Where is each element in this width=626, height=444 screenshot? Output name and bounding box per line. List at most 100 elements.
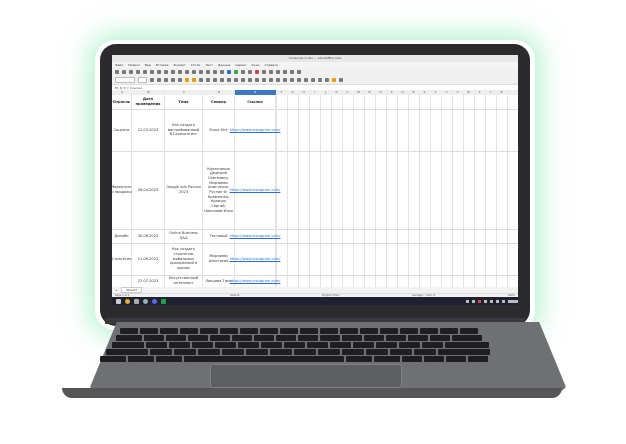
cell[interactable]: Как создать стратегию мобильных приложен… [165, 243, 203, 275]
key[interactable] [284, 342, 305, 348]
cell-link[interactable]: https://www.instagram.com/ [230, 229, 280, 243]
currency-icon[interactable] [262, 78, 266, 82]
border-style-icon[interactable] [325, 78, 329, 82]
key[interactable] [270, 349, 292, 355]
split-icon[interactable] [290, 70, 294, 74]
key[interactable] [150, 349, 172, 355]
draw-icon[interactable] [297, 70, 301, 74]
percent-icon[interactable] [269, 78, 273, 82]
key[interactable] [307, 342, 328, 348]
key[interactable] [446, 356, 466, 362]
key[interactable] [318, 349, 340, 355]
key[interactable] [468, 356, 488, 362]
spelling-icon[interactable] [192, 70, 196, 74]
key[interactable] [261, 342, 282, 348]
key[interactable] [174, 349, 196, 355]
borders-icon[interactable] [318, 78, 322, 82]
key[interactable] [374, 356, 400, 362]
merge-icon[interactable] [234, 78, 238, 82]
cell[interactable]: Google Ads Россия 2023 [165, 151, 203, 229]
clock-icon[interactable] [508, 299, 518, 303]
chrome-icon[interactable] [125, 298, 130, 304]
header-footer-icon[interactable] [269, 70, 273, 74]
key[interactable] [399, 342, 420, 348]
wrap-text-icon[interactable] [227, 78, 231, 82]
key[interactable] [100, 356, 126, 362]
key[interactable] [240, 328, 258, 334]
key[interactable] [390, 349, 412, 355]
key[interactable] [445, 342, 489, 348]
paste-icon[interactable] [164, 70, 168, 74]
key[interactable] [298, 335, 318, 341]
key[interactable] [254, 335, 274, 341]
strikethrough-icon[interactable] [171, 78, 175, 82]
key[interactable] [198, 349, 220, 355]
key[interactable] [232, 335, 252, 341]
key[interactable] [188, 335, 208, 341]
cell[interactable]: Отрасль [112, 95, 132, 109]
key[interactable] [166, 335, 186, 341]
key[interactable] [452, 335, 482, 341]
cell[interactable]: Тема [165, 95, 203, 109]
key[interactable] [140, 328, 158, 334]
find-icon[interactable] [185, 70, 189, 74]
row-icon[interactable] [199, 70, 203, 74]
key[interactable] [156, 356, 182, 362]
open-icon[interactable] [122, 70, 126, 74]
add-sheet-icon[interactable]: + [112, 288, 121, 292]
cell[interactable] [112, 275, 132, 287]
align-top-icon[interactable] [241, 78, 245, 82]
wifi-icon[interactable] [490, 299, 493, 303]
font-size-box[interactable] [138, 77, 147, 83]
cell[interactable]: 12.03.2023 [132, 109, 165, 151]
key[interactable] [106, 349, 148, 355]
key[interactable] [160, 328, 178, 334]
key[interactable] [320, 328, 338, 334]
font-color-icon[interactable] [185, 78, 189, 82]
conditional-format-icon[interactable] [339, 78, 343, 82]
key[interactable] [300, 328, 318, 334]
delete-decimal-icon[interactable] [297, 78, 301, 82]
tray-icon[interactable] [478, 299, 481, 303]
cell[interactable]: Стратегия [112, 243, 132, 275]
tray-icon[interactable] [484, 299, 487, 303]
battery-icon[interactable] [502, 299, 505, 303]
cell[interactable]: 21.06.2023 [132, 243, 165, 275]
align-left-icon[interactable] [199, 78, 203, 82]
print-icon[interactable] [143, 70, 147, 74]
key[interactable] [260, 328, 278, 334]
key[interactable] [144, 335, 164, 341]
key[interactable] [200, 328, 218, 334]
shadow-icon[interactable] [178, 78, 182, 82]
key[interactable] [210, 335, 230, 341]
column-icon[interactable] [206, 70, 210, 74]
key[interactable] [330, 342, 351, 348]
cell-link[interactable]: https://www.instagram.com/ [230, 109, 280, 151]
cell[interactable]: Дата проведения [132, 95, 165, 109]
key[interactable] [342, 335, 362, 341]
add-decimal-icon[interactable] [290, 78, 294, 82]
justify-icon[interactable] [220, 78, 224, 82]
key[interactable] [294, 349, 316, 355]
key[interactable] [120, 328, 138, 334]
tray-icon[interactable] [466, 299, 469, 303]
key[interactable] [438, 349, 490, 355]
undo-icon[interactable] [171, 70, 175, 74]
key[interactable] [364, 335, 384, 341]
cell[interactable]: Дизайн [112, 229, 132, 243]
cell-link[interactable]: https://www.instagram.com/ [230, 243, 280, 275]
key[interactable] [408, 335, 428, 341]
key[interactable] [320, 335, 340, 341]
key[interactable] [380, 328, 398, 334]
key[interactable] [402, 356, 422, 362]
key[interactable] [460, 328, 478, 334]
app-icon[interactable] [143, 298, 148, 304]
sort-icon[interactable] [213, 70, 217, 74]
font-name-box[interactable] [115, 77, 135, 83]
key[interactable] [180, 328, 198, 334]
cell[interactable]: Соцсети [112, 109, 132, 151]
key[interactable] [346, 356, 372, 362]
key[interactable] [414, 349, 436, 355]
key[interactable] [430, 335, 450, 341]
highlight-icon[interactable] [192, 78, 196, 82]
